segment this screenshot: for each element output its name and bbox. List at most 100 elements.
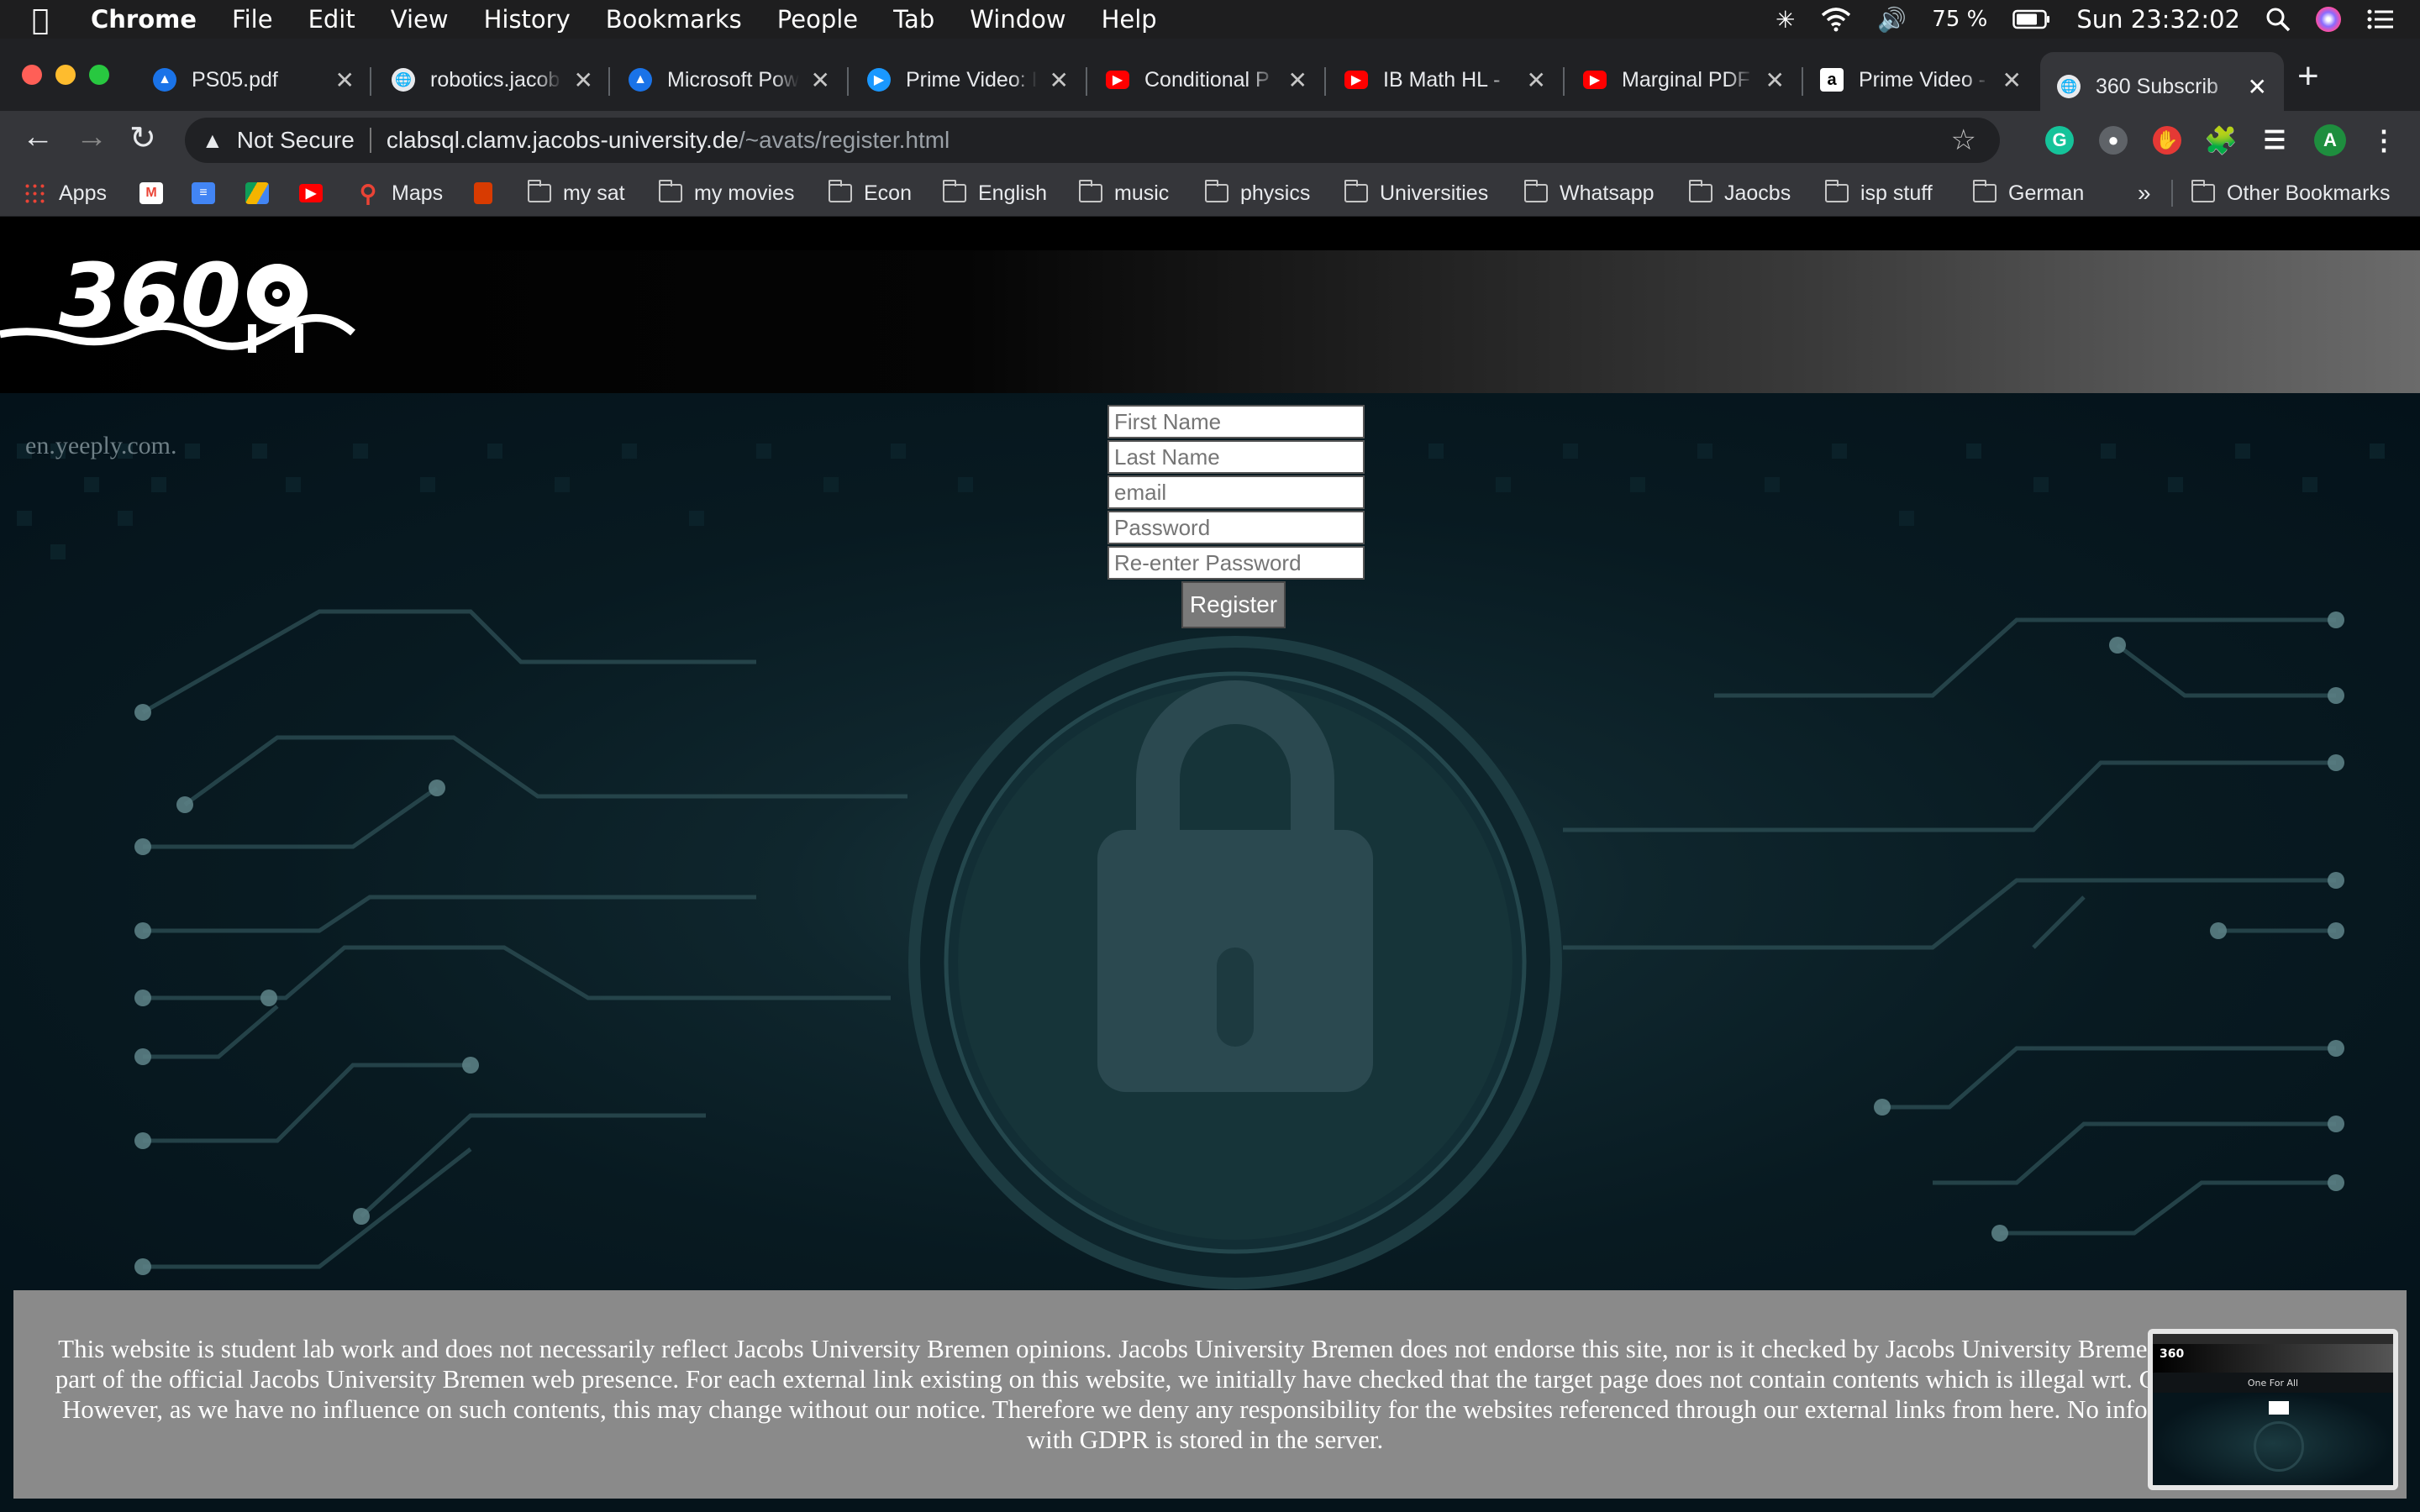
first-name-input[interactable] [1107, 405, 1365, 438]
menu-window[interactable]: Window [970, 5, 1065, 34]
menu-bookmarks[interactable]: Bookmarks [606, 5, 742, 34]
menu-view[interactable]: View [391, 5, 449, 34]
tab-marginal-pdf[interactable]: ▶ Marginal PDF ✕ [1583, 57, 1785, 102]
battery-icon[interactable] [2012, 9, 2051, 29]
close-tab-icon[interactable]: ✕ [574, 66, 593, 94]
tab-title: robotics.jacob [430, 67, 560, 92]
volume-icon[interactable]: 🔊 [1877, 6, 1907, 34]
tab-microsoft[interactable]: ▲ Microsoft Pow ✕ [629, 57, 830, 102]
menu-help[interactable]: Help [1102, 5, 1157, 34]
password-input[interactable] [1107, 511, 1365, 544]
tab-prime-video-2[interactable]: a Prime Video - ✕ [1820, 57, 2022, 102]
bookmark-whatsapp[interactable]: Whatsapp [1524, 180, 1655, 207]
apps-icon [24, 182, 47, 204]
folder-icon [1344, 180, 1368, 202]
close-tab-icon[interactable]: ✕ [1527, 66, 1546, 94]
tab-ib-math[interactable]: ▶ IB Math HL - ✕ [1344, 57, 1546, 102]
menu-bar:  Chrome File Edit View History Bookmark… [0, 0, 2420, 39]
tab-conditional[interactable]: ▶ Conditional P ✕ [1106, 57, 1307, 102]
bookmark-econ[interactable]: Econ [829, 180, 912, 207]
tab-title: IB Math HL - [1383, 67, 1501, 92]
watermark-text: en.yeeply.com. [25, 432, 177, 459]
spotlight-search-icon[interactable] [2265, 7, 2291, 32]
menu-app-name[interactable]: Chrome [91, 5, 197, 34]
clock[interactable]: Sun 23:32:02 [2076, 5, 2240, 34]
bookmark-youtube[interactable]: ▶ [299, 180, 334, 207]
folder-icon [528, 180, 551, 202]
profile-avatar[interactable]: A [2314, 124, 2346, 156]
tab-robotics[interactable]: 🌐 robotics.jacob ✕ [392, 57, 593, 102]
bookmark-physics[interactable]: physics [1205, 180, 1310, 207]
site-logo[interactable]: 360 [0, 250, 361, 393]
grammarly-icon[interactable]: G [2045, 126, 2074, 155]
prime-icon: ▶ [867, 68, 891, 92]
bookmark-my-movies[interactable]: my movies [659, 180, 794, 207]
close-window-button[interactable] [22, 65, 42, 85]
bookmark-docs[interactable]: ≡ [192, 180, 227, 207]
bookmark-english[interactable]: English [943, 180, 1047, 207]
tab-title: Conditional P [1144, 67, 1270, 92]
bookmark-music[interactable]: music [1079, 180, 1169, 207]
extensions-puzzle-icon[interactable]: 🧩 [2204, 125, 2238, 155]
folder-icon [829, 180, 852, 202]
bookmark-german[interactable]: German [1973, 180, 2084, 207]
bookmark-apps[interactable]: Apps [24, 180, 107, 207]
apple-icon[interactable]:  [32, 3, 49, 37]
address-bar[interactable]: ▲ Not Secure clabsql.clamv.jacobs-univer… [185, 118, 2000, 163]
menu-edit[interactable]: Edit [308, 5, 355, 34]
control-center-icon[interactable] [2366, 8, 2395, 30]
screenshot-preview-thumbnail[interactable]: 360 One For All [2148, 1329, 2398, 1490]
bluetooth-icon[interactable]: ✳ [1776, 6, 1795, 34]
register-button[interactable]: Register [1181, 581, 1286, 628]
menu-tab[interactable]: Tab [893, 5, 934, 34]
menu-people[interactable]: People [777, 5, 858, 34]
new-tab-button[interactable]: + [2297, 55, 2319, 97]
bookmark-star-icon[interactable]: ☆ [1951, 123, 1976, 157]
youtube-icon: ▶ [1583, 71, 1607, 89]
url-path[interactable]: /~avats/register.html [739, 127, 950, 154]
bookmarks-overflow-button[interactable]: » [2138, 180, 2151, 207]
bookmark-drive[interactable] [245, 180, 281, 207]
close-tab-icon[interactable]: ✕ [2248, 73, 2267, 101]
close-tab-icon[interactable]: ✕ [811, 66, 830, 94]
security-label[interactable]: Not Secure [237, 127, 355, 154]
reload-button[interactable]: ↻ [129, 119, 156, 157]
disclaimer-footer: This website is student lab work and doe… [13, 1290, 2407, 1499]
bookmark-universities[interactable]: Universities [1344, 180, 1488, 207]
disclaimer-text: This website is student lab work and doe… [55, 1334, 2355, 1454]
close-tab-icon[interactable]: ✕ [1050, 66, 1069, 94]
tab-title: PS05.pdf [192, 67, 278, 92]
close-tab-icon[interactable]: ✕ [335, 66, 355, 94]
forward-button[interactable]: → [76, 119, 108, 155]
siri-icon[interactable] [2316, 7, 2341, 32]
email-input[interactable] [1107, 475, 1365, 509]
url-host[interactable]: clabsql.clamv.jacobs-university.de [387, 127, 739, 154]
bookmark-maps[interactable]: ⚲ Maps [356, 180, 443, 207]
youtube-icon: ▶ [1344, 71, 1368, 89]
tab-prime-video-1[interactable]: ▶ Prime Video: I ✕ [867, 57, 1069, 102]
close-tab-icon[interactable]: ✕ [1288, 66, 1307, 94]
tab-ps05[interactable]: ▲ PS05.pdf ✕ [153, 57, 355, 102]
zoom-window-button[interactable] [89, 65, 109, 85]
other-bookmarks[interactable]: Other Bookmarks [2191, 180, 2391, 207]
back-button[interactable]: ← [22, 119, 54, 155]
bookmark-my-sat[interactable]: my sat [528, 180, 625, 207]
minimize-window-button[interactable] [55, 65, 76, 85]
menu-file[interactable]: File [232, 5, 273, 34]
bookmark-isp-stuff[interactable]: isp stuff [1825, 180, 1933, 207]
adblock-icon[interactable]: ✋ [2153, 126, 2181, 155]
folder-icon [1079, 180, 1102, 202]
incognito-extension-icon[interactable]: ● [2099, 126, 2128, 155]
close-tab-icon[interactable]: ✕ [1765, 66, 1785, 94]
wifi-icon[interactable] [1820, 7, 1852, 32]
bookmark-jaocbs[interactable]: Jaocbs [1689, 180, 1791, 207]
bookmark-office[interactable] [474, 180, 504, 207]
close-tab-icon[interactable]: ✕ [2002, 66, 2022, 94]
media-control-icon[interactable]: ☰ [2260, 126, 2289, 155]
last-name-input[interactable] [1107, 440, 1365, 474]
menu-history[interactable]: History [484, 5, 571, 34]
bookmark-gmail[interactable]: M [139, 180, 175, 207]
reenter-password-input[interactable] [1107, 546, 1365, 580]
chrome-menu-icon[interactable]: ⋮ [2370, 125, 2398, 155]
warning-icon[interactable]: ▲ [202, 128, 224, 154]
